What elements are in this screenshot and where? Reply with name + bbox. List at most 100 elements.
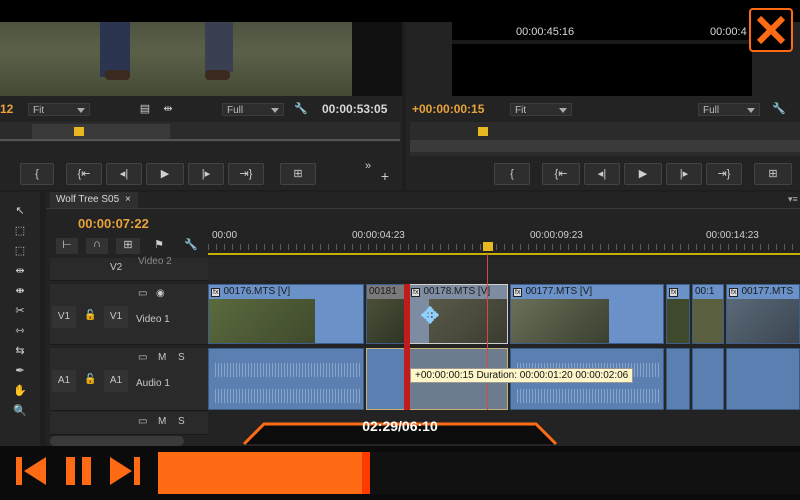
audio-clip[interactable] [692,348,724,410]
track-name-a1[interactable]: A1 [104,370,128,392]
track-header-a1: A1 🔓 A1 ▭ M S Audio 1 [50,348,208,411]
track-header-v1: V1 🔓 V1 ▭ ◉ Video 1 [50,284,208,345]
rolling-edit-tool-icon[interactable]: ⇹ [10,264,30,280]
slide-tool-icon[interactable]: ⇆ [10,344,30,360]
camera-icon[interactable]: ▭ [138,352,147,363]
mute-button[interactable]: M [158,352,166,363]
progress-track[interactable] [158,452,800,494]
skip-forward-button[interactable] [108,454,142,488]
film-strip-icon[interactable]: ▤ [138,102,152,115]
play-button[interactable]: ▶ [624,163,662,185]
eye-icon[interactable]: ◉ [156,288,165,299]
source-playhead-icon[interactable] [74,127,84,136]
mark-in-button[interactable]: { [494,163,530,185]
program-full-label: Full [703,105,720,116]
sequence-tab[interactable]: Wolf Tree S05 × [50,192,138,208]
timeline-scrollbar[interactable] [50,436,184,446]
pause-button[interactable] [62,454,96,488]
sequence-timecode[interactable]: 00:00:07:22 [78,216,149,231]
step-forward-button[interactable]: |▸ [188,163,224,185]
mark-in-button[interactable]: { [20,163,54,185]
ruler-playhead-icon[interactable] [483,242,493,251]
audio-clip[interactable] [726,348,800,410]
source-fit-dropdown[interactable]: Fit [28,103,90,116]
wrench-icon[interactable]: 🔧 [772,102,786,115]
pen-tool-icon[interactable]: ✒ [10,364,30,380]
clip-thumbnail [209,299,315,343]
razor-tool-icon[interactable]: ✂ [10,304,30,320]
source-timecode-left: 12 [0,102,14,116]
edit-point-red[interactable] [404,284,410,410]
top-bar [0,0,800,22]
hand-tool-icon[interactable]: ✋ [10,384,30,400]
program-scrub-bar[interactable] [410,122,800,156]
track-name-v1[interactable]: V1 [104,306,128,328]
ruler-label: 00:00 [212,230,238,241]
nest-toggle-icon[interactable]: ⊢ [56,238,78,254]
clip-thumbnail [511,299,609,343]
rate-stretch-tool-icon[interactable]: ⇼ [10,284,30,300]
person-legs [100,22,130,77]
slip-tool-icon[interactable]: ⇿ [10,324,30,340]
add-marker-icon[interactable]: ⚑ [152,238,166,254]
insert-button[interactable]: ⊞ [280,163,316,185]
wrench-icon[interactable]: 🔧 [294,102,308,115]
solo-button[interactable]: S [178,352,185,363]
video-clip[interactable]: fx [666,284,690,344]
time-ruler[interactable]: 00:00 00:00:04:23 00:00:09:23 00:00:14:2… [208,228,800,258]
panel-menu-icon[interactable]: ▾≡ [788,194,798,205]
ripple-edit-tool-icon[interactable]: ⬚ [10,244,30,260]
video-clip[interactable]: fx 00177.MTS [726,284,800,344]
player-time: 02:29/06:10 [362,418,438,434]
track-select-tool-icon[interactable]: ⬚ [10,224,30,240]
source-full-dropdown[interactable]: Full [222,103,284,116]
go-to-in-button[interactable]: {⇤ [542,163,580,185]
more-chevrons-icon[interactable]: » [362,160,374,172]
track-label: Audio 1 [136,378,170,389]
go-to-out-button[interactable]: ⇥} [706,163,742,185]
linked-selection-icon[interactable]: ⊞ [116,238,140,254]
program-fit-dropdown[interactable]: Fit [510,103,572,116]
lock-icon[interactable]: 🔓 [84,374,96,385]
video-clip[interactable]: 00181 [366,284,406,344]
program-full-dropdown[interactable]: Full [698,103,760,116]
lock-icon[interactable]: 🔓 [84,310,96,321]
audio-clip[interactable] [208,348,364,410]
step-forward-button[interactable]: |▸ [666,163,702,185]
clip-label: fx 00176.MTS [V] [211,286,291,297]
source-scrub-bar[interactable] [0,122,400,142]
close-button[interactable] [749,8,793,52]
ruler-ticks [208,244,800,250]
tab-close-icon[interactable]: × [125,194,131,205]
audio-clip[interactable] [366,348,406,410]
tools-panel: ↖ ⬚ ⬚ ⇹ ⇼ ✂ ⇿ ⇆ ✒ ✋ 🔍 [0,192,40,450]
skip-back-button[interactable] [14,454,48,488]
go-to-out-button[interactable]: ⇥} [228,163,264,185]
trim-tooltip: +00:00:00:15 Duration: 00:00:01:20 00:00… [410,368,634,383]
video-clip[interactable]: fx 00176.MTS [V] [208,284,364,344]
program-playhead-icon[interactable] [478,127,488,136]
source-timecode: 00:00:53:05 [322,102,388,116]
step-back-button[interactable]: ◂| [584,163,620,185]
selection-tool-icon[interactable]: ↖ [10,204,30,220]
audio-clip[interactable] [666,348,690,410]
program-timecode: +00:00:00:15 [412,102,485,116]
track-label: Video 1 [136,314,170,325]
track-source-v1[interactable]: V1 [52,306,76,328]
camera-icon[interactable]: ▭ [138,288,147,299]
track-source-a1[interactable]: A1 [52,370,76,392]
person-shoe [205,70,230,80]
trim-icon[interactable]: ⇹ [160,102,176,115]
add-button-icon[interactable]: + [378,168,392,184]
play-button[interactable]: ▶ [146,163,184,185]
video-clip[interactable]: 00:1 [692,284,724,344]
step-back-button[interactable]: ◂| [106,163,142,185]
snap-icon[interactable]: ∩ [86,238,108,254]
trim-cursor-icon[interactable]: ✥ [418,304,442,328]
lift-button[interactable]: ⊞ [754,163,792,185]
progress-knob[interactable] [362,452,370,494]
clip-thumbnail [367,299,405,343]
go-to-in-button[interactable]: {⇤ [66,163,102,185]
video-clip[interactable]: fx 00177.MTS [V] [510,284,664,344]
timeline-settings-icon[interactable]: 🔧 [184,238,198,254]
